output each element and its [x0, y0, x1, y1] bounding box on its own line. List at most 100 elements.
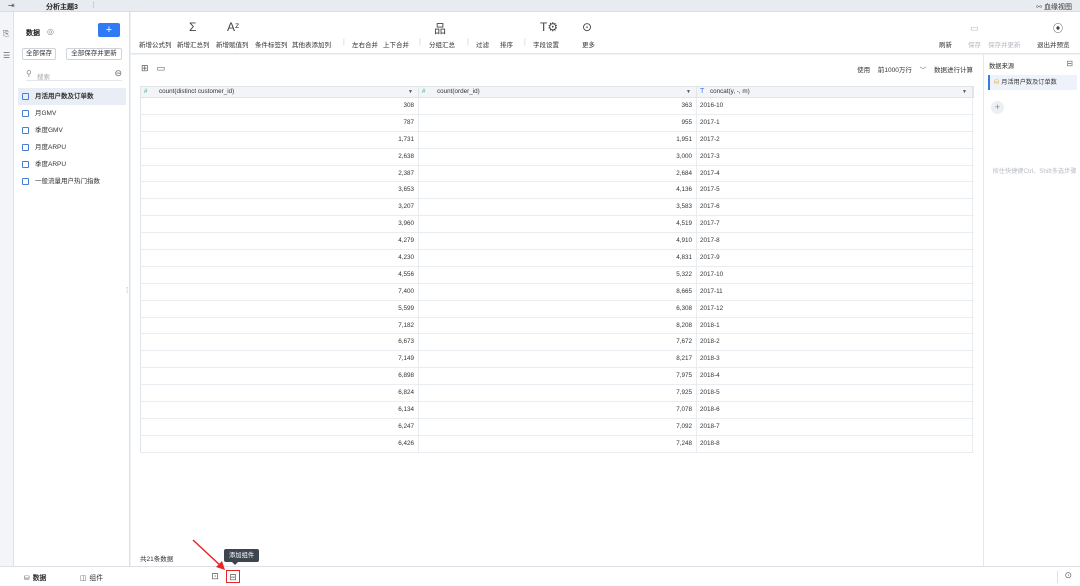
column-header[interactable]: # count(distinct customer_id) ▼	[141, 87, 419, 97]
table-cell[interactable]: 3,000	[419, 148, 697, 165]
filter-button[interactable]: 过滤	[476, 39, 489, 49]
add-circle-icon[interactable]: ⊖	[114, 68, 122, 79]
group-summary-button[interactable]: 分组汇总	[429, 39, 455, 49]
table-cell[interactable]: 2018-6	[697, 402, 973, 419]
table-cell[interactable]: 4,831	[419, 250, 697, 267]
exit-icon[interactable]: ⇥	[8, 1, 15, 10]
table-cell[interactable]: 6,134	[141, 402, 419, 419]
table-cell[interactable]: 6,673	[141, 334, 419, 351]
column-dropdown-icon[interactable]: ▼	[962, 87, 967, 97]
add-step-button[interactable]: +	[991, 101, 1004, 114]
bloodline-view-button[interactable]: ⚯ 血缘视图	[1036, 2, 1072, 12]
table-cell[interactable]: 4,556	[141, 266, 419, 283]
table-cell[interactable]: 2017-3	[697, 148, 973, 165]
table-cell[interactable]: 7,672	[419, 334, 697, 351]
table-item[interactable]: 月度ARPU	[18, 139, 126, 156]
column-header[interactable]: # count(order_id) ▼	[419, 87, 697, 97]
other-table-column-button[interactable]: 其他表添加列	[292, 39, 331, 49]
table-cell[interactable]: 363	[419, 98, 697, 114]
table-cell[interactable]: 2017-9	[697, 250, 973, 267]
table-cell[interactable]: 2017-8	[697, 233, 973, 250]
column-header[interactable]: Tconcat(y, -, m) ▼	[697, 87, 973, 97]
table-cell[interactable]: 6,308	[419, 300, 697, 317]
table-cell[interactable]: 2017-12	[697, 300, 973, 317]
table-cell[interactable]: 1,731	[141, 131, 419, 148]
table-cell[interactable]: 2017-1	[697, 114, 973, 131]
table-cell[interactable]: 3,960	[141, 216, 419, 233]
table-cell[interactable]: 6,824	[141, 385, 419, 402]
table-cell[interactable]: 4,230	[141, 250, 419, 267]
table-cell[interactable]: 787	[141, 114, 419, 131]
table-cell[interactable]: 7,248	[419, 435, 697, 452]
more-options-icon[interactable]: ⋮	[90, 1, 97, 9]
table-cell[interactable]: 2018-1	[697, 317, 973, 334]
table-cell[interactable]: 7,925	[419, 385, 697, 402]
more-button[interactable]: 更多	[582, 39, 595, 49]
table-cell[interactable]: 3,583	[419, 199, 697, 216]
save-update-button[interactable]: 保存并更新	[988, 39, 1021, 49]
table-cell[interactable]: 2017-4	[697, 165, 973, 182]
table-cell[interactable]: 6,247	[141, 418, 419, 435]
collapse-icon[interactable]: ⊟	[1066, 59, 1073, 68]
save-all-button[interactable]: 全部保存	[22, 48, 56, 60]
table-cell[interactable]: 7,078	[419, 402, 697, 419]
table-cell[interactable]: 2017-11	[697, 283, 973, 300]
table-cell[interactable]: 955	[419, 114, 697, 131]
table-cell[interactable]: 2,638	[141, 148, 419, 165]
table-cell[interactable]: 2018-7	[697, 418, 973, 435]
table-cell[interactable]: 1,951	[419, 131, 697, 148]
step-panel-icon[interactable]: ☰	[3, 51, 10, 60]
summary-column-button[interactable]: 新增汇总列	[177, 39, 210, 49]
table-cell[interactable]: 2,684	[419, 165, 697, 182]
add-table-button[interactable]: +	[98, 23, 120, 37]
tab-data[interactable]: ⛁ 数据	[24, 572, 46, 582]
table-cell[interactable]: 4,279	[141, 233, 419, 250]
save-all-update-button[interactable]: 全部保存并更新	[66, 48, 122, 60]
ud-merge-button[interactable]: 上下合并	[383, 39, 409, 49]
search-input[interactable]: 搜索	[37, 71, 50, 81]
table-cell[interactable]: 2017-2	[697, 131, 973, 148]
table-cell[interactable]: 4,519	[419, 216, 697, 233]
table-cell[interactable]: 7,092	[419, 418, 697, 435]
table-cell[interactable]: 6,898	[141, 368, 419, 385]
table-cell[interactable]: 7,149	[141, 351, 419, 368]
resize-handle[interactable]: ⁞	[126, 286, 128, 295]
table-item[interactable]: 季度GMV	[18, 122, 126, 139]
refresh-button[interactable]: 刷新	[939, 39, 952, 49]
formula-column-button[interactable]: 新增公式列	[139, 39, 172, 49]
table-cell[interactable]: 5,322	[419, 266, 697, 283]
table-cell[interactable]: 2017-6	[697, 199, 973, 216]
table-cell[interactable]: 3,207	[141, 199, 419, 216]
table-cell[interactable]: 2017-7	[697, 216, 973, 233]
data-source-step[interactable]: ⛁ 月活用户数及订单数	[988, 75, 1077, 90]
lr-merge-button[interactable]: 左右合并	[352, 39, 378, 49]
assign-column-button[interactable]: 新增赋值列	[216, 39, 249, 49]
table-cell[interactable]: 8,665	[419, 283, 697, 300]
table-cell[interactable]: 4,910	[419, 233, 697, 250]
grid-view-icon[interactable]: ⊞	[141, 63, 149, 73]
table-cell[interactable]: 2018-3	[697, 351, 973, 368]
column-dropdown-icon[interactable]: ▼	[686, 87, 691, 97]
save-button[interactable]: 保存	[968, 39, 981, 49]
table-cell[interactable]: 8,217	[419, 351, 697, 368]
table-cell[interactable]: 308	[141, 98, 419, 114]
add-component-icon[interactable]: ⊟	[226, 570, 240, 583]
data-panel-icon[interactable]: ⎘	[3, 29, 9, 39]
column-dropdown-icon[interactable]: ▼	[408, 87, 413, 97]
collapse-up-icon[interactable]: ⊙	[1064, 570, 1072, 581]
table-search[interactable]: ⚲ 搜索 ⊖	[26, 68, 122, 81]
table-cell[interactable]: 7,182	[141, 317, 419, 334]
analysis-title[interactable]: 分析主题3	[46, 2, 78, 12]
table-cell[interactable]: 2018-4	[697, 368, 973, 385]
table-cell[interactable]: 7,400	[141, 283, 419, 300]
field-settings-button[interactable]: 字段设置	[533, 39, 559, 49]
table-cell[interactable]: 6,426	[141, 435, 419, 452]
table-item[interactable]: 一般流量用户热门指数	[18, 173, 126, 190]
table-cell[interactable]: 5,599	[141, 300, 419, 317]
table-cell[interactable]: 8,208	[419, 317, 697, 334]
exit-preview-button[interactable]: 退出并预览	[1037, 39, 1070, 49]
table-cell[interactable]: 2018-2	[697, 334, 973, 351]
settings-icon[interactable]: ◎	[47, 27, 54, 36]
table-cell[interactable]: 2018-8	[697, 435, 973, 452]
list-view-icon[interactable]: ▭	[157, 63, 166, 73]
